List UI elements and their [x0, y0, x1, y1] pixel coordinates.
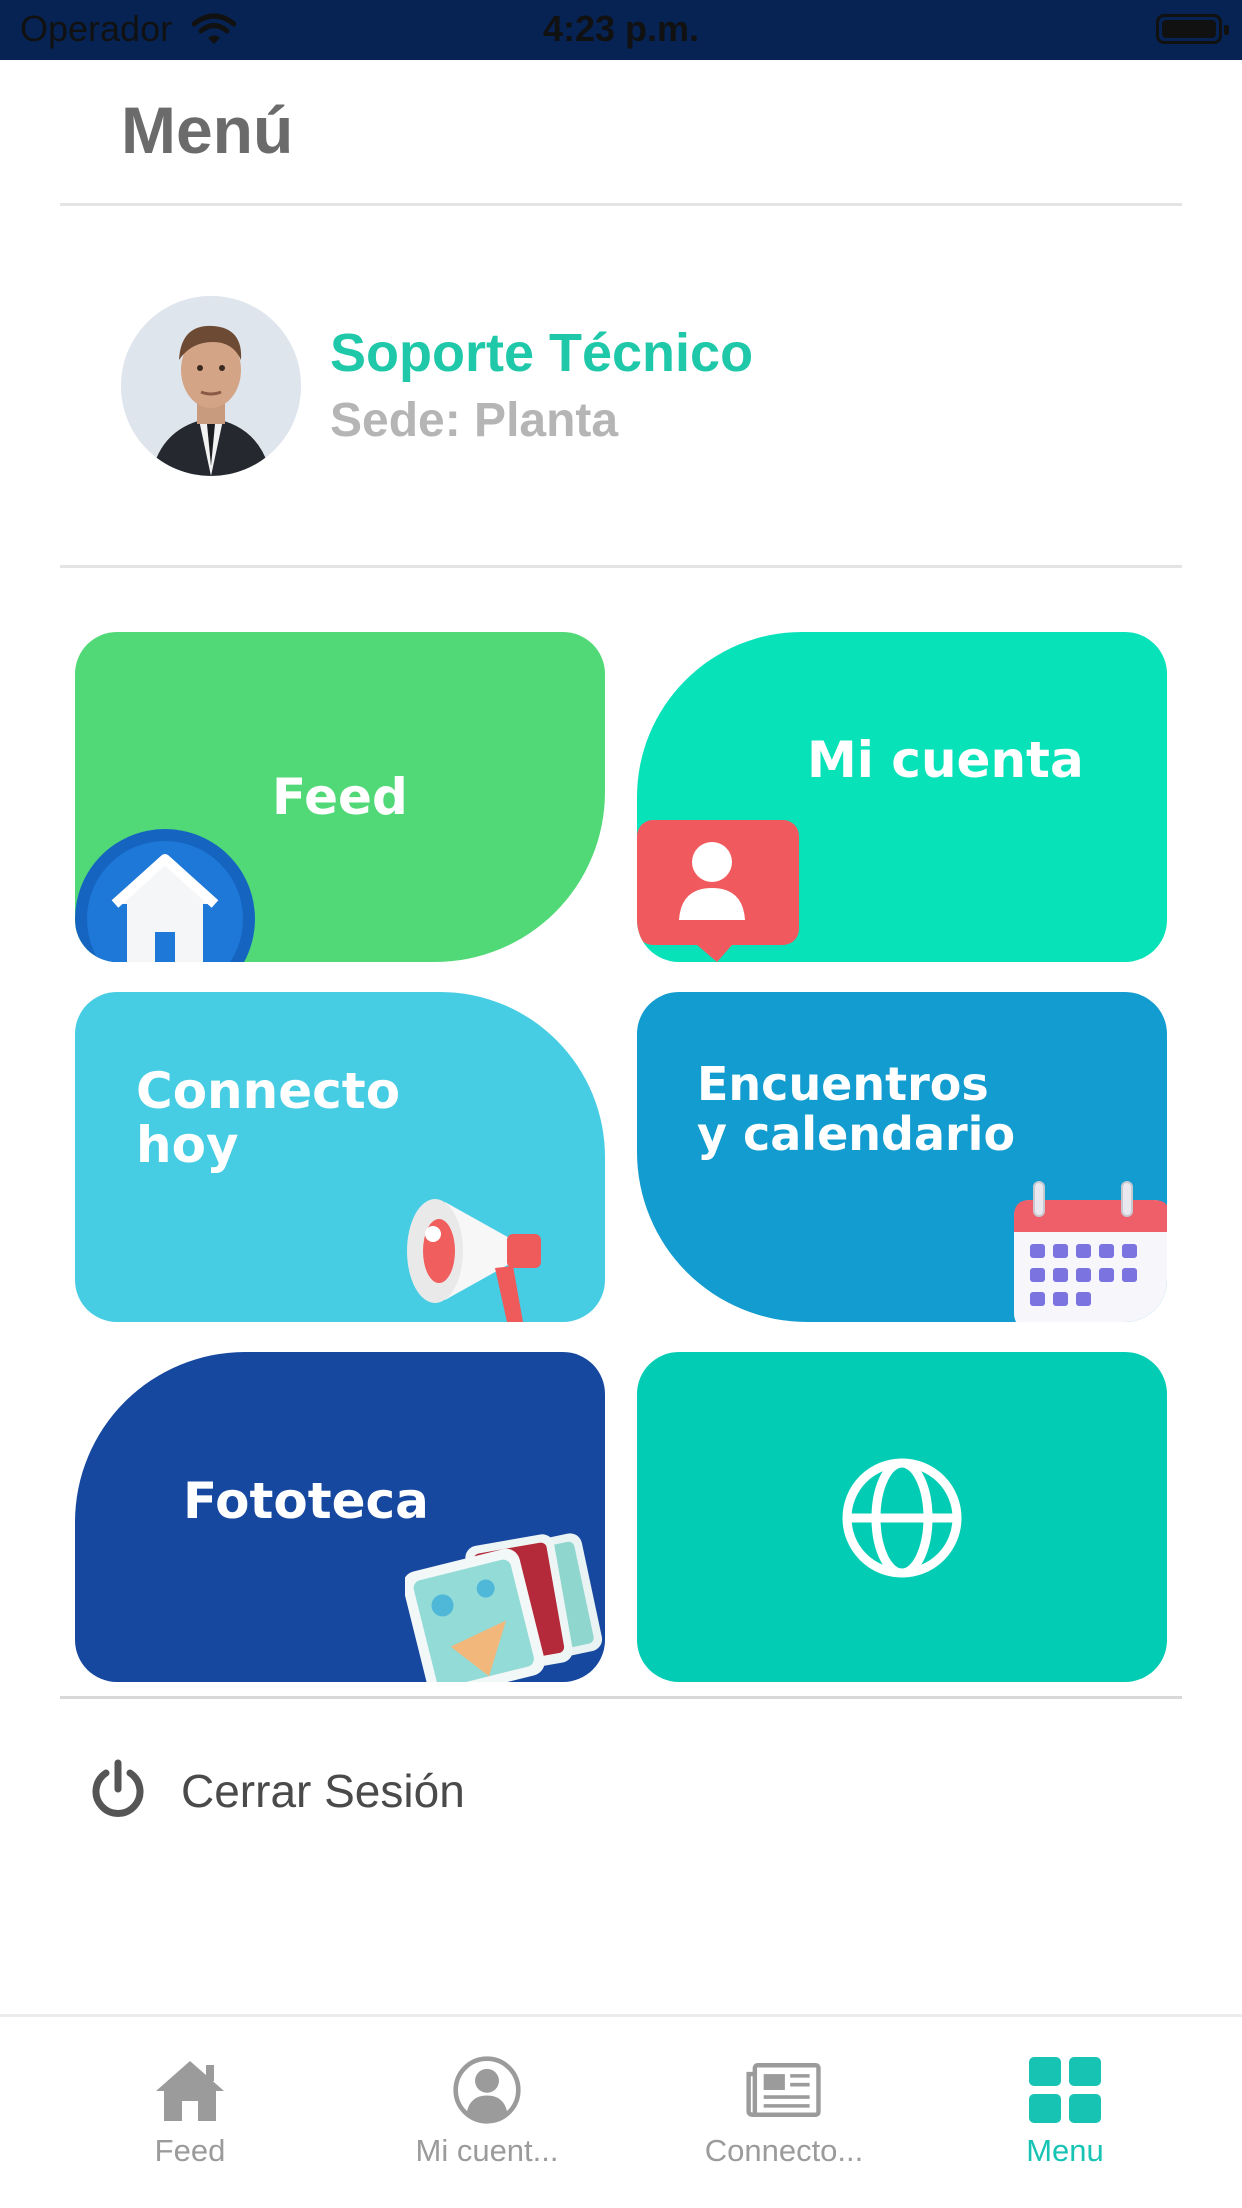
tab-feed-label: Feed	[154, 2133, 226, 2168]
tile-connecto-label-line1: Connecto	[136, 1062, 401, 1120]
tile-connecto-label: Connecto hoy	[136, 1064, 400, 1172]
tile-encuentros-label: Encuentros y calendario	[697, 1057, 1016, 1161]
profile-name: Soporte Técnico	[330, 323, 754, 383]
photos-icon	[405, 1533, 603, 1682]
grid-icon	[1029, 2057, 1101, 2123]
tile-connecto-hoy[interactable]: Connecto hoy	[75, 992, 605, 1322]
tile-connecto-label-line2: hoy	[136, 1116, 239, 1174]
tab-menu[interactable]: Menu	[915, 2017, 1215, 2208]
tile-web[interactable]	[637, 1352, 1167, 1682]
tile-feed[interactable]: Feed	[75, 632, 605, 962]
globe-icon	[842, 1458, 962, 1578]
battery-icon	[1156, 14, 1229, 44]
avatar[interactable]	[121, 296, 301, 476]
tab-feed[interactable]: Feed	[40, 2017, 340, 2208]
megaphone-icon	[407, 1199, 541, 1322]
tab-mi-cuenta[interactable]: Mi cuent...	[337, 2017, 637, 2208]
profile-divider	[60, 565, 1182, 568]
account-icon	[453, 2056, 521, 2124]
tile-feed-label: Feed	[272, 768, 408, 826]
page-title: Menú	[121, 93, 294, 167]
calendar-icon	[1014, 1181, 1167, 1322]
tile-fototeca[interactable]: Fototeca	[75, 1352, 605, 1682]
tab-mi-cuenta-label: Mi cuent...	[415, 2133, 559, 2168]
status-bar: Operador 4:23 p.m.	[0, 0, 1242, 60]
user-badge-icon	[637, 820, 799, 962]
tab-connecto-label: Connecto...	[704, 2133, 864, 2168]
tile-fototeca-label: Fototeca	[183, 1472, 429, 1530]
logout-button[interactable]: Cerrar Sesión	[88, 1755, 588, 1825]
tiles-divider	[60, 1696, 1182, 1699]
tile-encuentros[interactable]: Encuentros y calendario	[637, 992, 1167, 1322]
power-icon	[92, 1759, 144, 1817]
tile-mi-cuenta[interactable]: Mi cuenta	[637, 632, 1167, 962]
header-divider	[60, 203, 1182, 206]
profile-sede: Sede: Planta	[330, 394, 619, 447]
tile-mi-cuenta-label: Mi cuenta	[807, 731, 1084, 789]
newspaper-icon	[746, 2063, 821, 2117]
tile-encuentros-label-line1: Encuentros	[697, 1057, 989, 1111]
tab-connecto[interactable]: Connecto...	[634, 2017, 934, 2208]
logout-label: Cerrar Sesión	[181, 1765, 465, 1817]
tab-menu-label: Menu	[1026, 2133, 1104, 2168]
home-icon	[156, 2061, 224, 2121]
clock: 4:23 p.m.	[542, 8, 700, 49]
home-icon	[75, 829, 255, 962]
tab-bar: Feed Mi cuent... Connecto... Menu	[0, 2014, 1242, 2208]
tile-encuentros-label-line2: y calendario	[697, 1106, 1016, 1161]
